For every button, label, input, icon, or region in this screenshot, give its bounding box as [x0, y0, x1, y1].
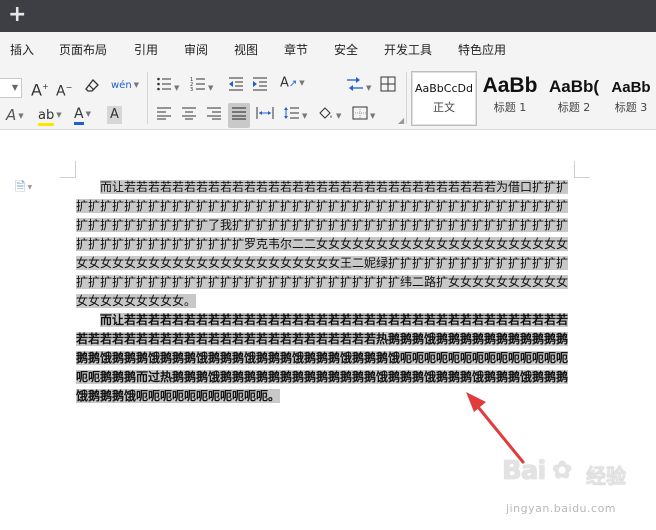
watermark-logo-text: Bai [502, 456, 546, 486]
annotation-arrow [466, 392, 525, 464]
watermark-experience-text: 经验 [586, 464, 626, 488]
baidu-watermark: Bai ✿ 经验 jingyan.baidu.com [502, 456, 652, 526]
watermark-url: jingyan.baidu.com [506, 502, 617, 515]
paw-icon: ✿ [552, 456, 573, 484]
arrow-shaft [472, 400, 525, 464]
arrow-head [466, 392, 486, 412]
